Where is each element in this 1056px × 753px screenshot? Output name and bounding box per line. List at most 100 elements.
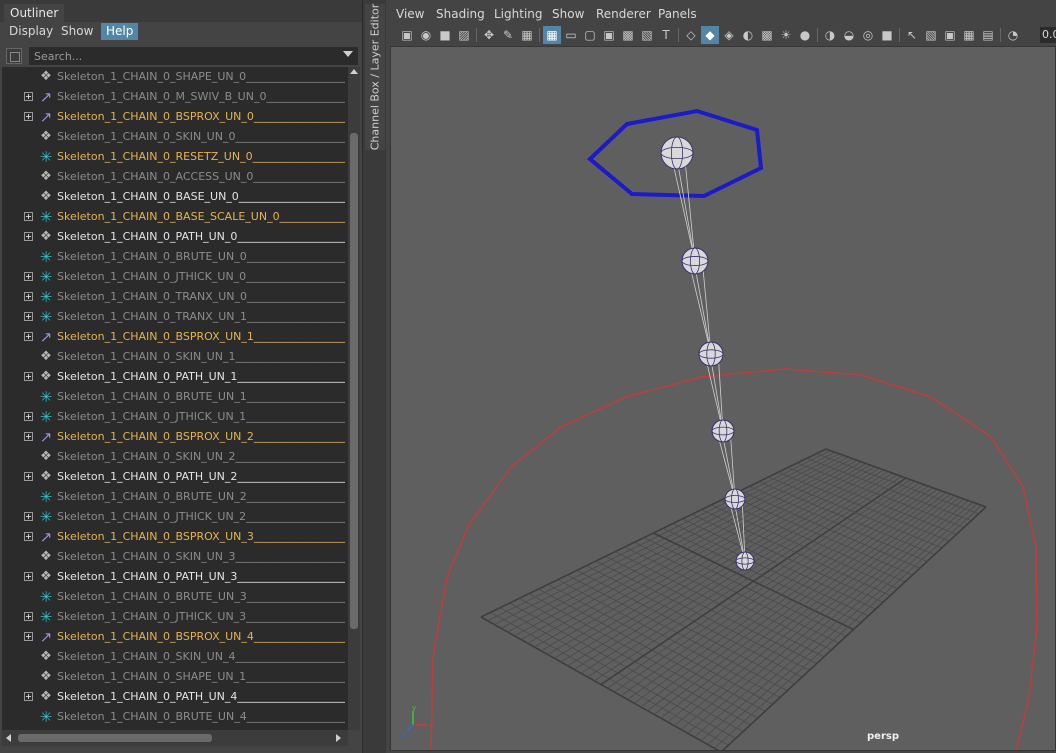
outliner-row[interactable]: ↗ Skeleton_1_CHAIN_0_BSPROX_UN_2_________… bbox=[2, 427, 348, 447]
expand-plus-icon[interactable] bbox=[24, 372, 33, 381]
expand-plus-icon[interactable] bbox=[24, 412, 33, 421]
scrollbar-thumb[interactable] bbox=[18, 734, 212, 742]
outliner-row[interactable]: ↗ Skeleton_1_CHAIN_0_BSPROX_UN_4_________… bbox=[2, 627, 348, 647]
outliner-row[interactable]: ❖ Skeleton_1_CHAIN_0_SKIN_UN_3___________… bbox=[2, 547, 348, 567]
outliner-row[interactable]: ❖ Skeleton_1_CHAIN_0_PATH_UN_3___________… bbox=[2, 567, 348, 587]
camera-attributes-icon[interactable]: ◉ bbox=[417, 26, 435, 44]
outliner-row[interactable]: ❖ Skeleton_1_CHAIN_0_SKIN_UN_1___________… bbox=[2, 347, 348, 367]
expand-plus-icon[interactable] bbox=[24, 612, 33, 621]
outliner-row[interactable]: ❖ Skeleton_1_CHAIN_0_SHAPE_UN_1__________… bbox=[2, 667, 348, 687]
resolution-gate-icon[interactable]: ▢ bbox=[581, 26, 599, 44]
expand-plus-icon[interactable] bbox=[24, 112, 33, 121]
outliner-row[interactable]: ✳ Skeleton_1_CHAIN_0_BASE_SCALE_UN_0_____… bbox=[2, 207, 348, 227]
smooth-shade-icon[interactable]: ◆ bbox=[701, 26, 719, 44]
use-all-lights-icon[interactable]: ☀ bbox=[777, 26, 795, 44]
expand-plus-icon[interactable] bbox=[24, 512, 33, 521]
expand-plus-icon[interactable] bbox=[24, 272, 33, 281]
xray-active-icon[interactable]: ▦ bbox=[960, 26, 978, 44]
outliner-row[interactable]: ❖ Skeleton_1_CHAIN_0_ACCESS_UN_0_________… bbox=[2, 167, 348, 187]
exposure-icon[interactable]: ◔ bbox=[1004, 26, 1022, 44]
outliner-row[interactable]: ✳ Skeleton_1_CHAIN_0_BRUTE_UN_0__________… bbox=[2, 247, 348, 267]
filter-icon[interactable] bbox=[6, 48, 22, 64]
horizontal-scrollbar[interactable] bbox=[2, 730, 348, 746]
outliner-row[interactable]: ❖ Skeleton_1_CHAIN_0_SHAPE_UN_0__________… bbox=[2, 67, 348, 87]
outliner-row[interactable]: ✳ Skeleton_1_CHAIN_0_BRUTE_UN_2__________… bbox=[2, 487, 348, 507]
field-chart-icon[interactable]: ▩ bbox=[619, 26, 637, 44]
menu-display[interactable]: Display bbox=[4, 23, 58, 40]
grid-snap-icon[interactable]: ▦ bbox=[518, 26, 536, 44]
scroll-left-arrow-icon[interactable] bbox=[6, 734, 11, 742]
tab-outliner[interactable]: Outliner bbox=[4, 4, 65, 22]
viewport-canvas[interactable]: y x z persp bbox=[390, 46, 1056, 751]
outliner-row[interactable]: ❖ Skeleton_1_CHAIN_0_SKIN_UN_4___________… bbox=[2, 647, 348, 667]
joint-sphere[interactable] bbox=[660, 136, 694, 170]
outliner-row[interactable]: ✳ Skeleton_1_CHAIN_0_BRUTE_UN_4__________… bbox=[2, 707, 348, 727]
joint-sphere[interactable] bbox=[735, 551, 755, 571]
expand-plus-icon[interactable] bbox=[24, 432, 33, 441]
expand-plus-icon[interactable] bbox=[24, 212, 33, 221]
expand-plus-icon[interactable] bbox=[24, 472, 33, 481]
wireframe-icon[interactable]: ◇ bbox=[682, 26, 700, 44]
backface-culling-icon[interactable]: ▤ bbox=[979, 26, 997, 44]
shadows-icon[interactable]: ● bbox=[796, 26, 814, 44]
joint-sphere[interactable] bbox=[698, 341, 724, 367]
scroll-up-arrow-icon[interactable] bbox=[350, 69, 358, 74]
scroll-right-arrow-icon[interactable] bbox=[336, 734, 341, 742]
outliner-row[interactable]: ✳ Skeleton_1_CHAIN_0_BRUTE_UN_1__________… bbox=[2, 387, 348, 407]
bookmarks-icon[interactable]: ■ bbox=[436, 26, 454, 44]
joint-sphere[interactable] bbox=[724, 488, 746, 510]
menu-shading[interactable]: Shading bbox=[436, 6, 485, 22]
safe-title-icon[interactable]: T bbox=[657, 26, 675, 44]
scrollbar-thumb[interactable] bbox=[350, 133, 358, 629]
expand-plus-icon[interactable] bbox=[24, 532, 33, 541]
outliner-row[interactable]: ✳ Skeleton_1_CHAIN_0_TRANX_UN_0__________… bbox=[2, 287, 348, 307]
search-input[interactable] bbox=[29, 47, 358, 65]
joint-sphere[interactable] bbox=[711, 419, 735, 443]
menu-panels[interactable]: Panels bbox=[658, 6, 697, 22]
expand-plus-icon[interactable] bbox=[24, 632, 33, 641]
outliner-row[interactable]: ↗ Skeleton_1_CHAIN_0_BSPROX_UN_0_________… bbox=[2, 107, 348, 127]
outliner-row[interactable]: ❖ Skeleton_1_CHAIN_0_PATH_UN_0___________… bbox=[2, 227, 348, 247]
film-gate-icon[interactable]: ▭ bbox=[562, 26, 580, 44]
outliner-row[interactable]: ↗ Skeleton_1_CHAIN_0_M_SWIV_B_UN_0_______… bbox=[2, 87, 348, 107]
gate-mask-icon[interactable]: ▣ bbox=[600, 26, 618, 44]
xray-joints-icon[interactable]: ▣ bbox=[941, 26, 959, 44]
expand-plus-icon[interactable] bbox=[24, 292, 33, 301]
menu-show[interactable]: Show bbox=[56, 23, 98, 40]
menu-lighting[interactable]: Lighting bbox=[494, 6, 543, 22]
expand-plus-icon[interactable] bbox=[24, 312, 33, 321]
expand-plus-icon[interactable] bbox=[24, 692, 33, 701]
default-material-icon[interactable]: ◐ bbox=[739, 26, 757, 44]
safe-action-icon[interactable]: ▧ bbox=[638, 26, 656, 44]
select-camera-icon[interactable]: ▣ bbox=[398, 26, 416, 44]
outliner-row[interactable]: ✳ Skeleton_1_CHAIN_0_JTHICK_UN_2_________… bbox=[2, 507, 348, 527]
expand-plus-icon[interactable] bbox=[24, 232, 33, 241]
expand-plus-icon[interactable] bbox=[24, 572, 33, 581]
grease-pencil-icon[interactable]: ✎ bbox=[499, 26, 517, 44]
outliner-row[interactable]: ❖ Skeleton_1_CHAIN_0_BASE_UN_0___________… bbox=[2, 187, 348, 207]
outliner-row[interactable]: ↗ Skeleton_1_CHAIN_0_BSPROX_UN_1_________… bbox=[2, 327, 348, 347]
textured-icon[interactable]: ▩ bbox=[758, 26, 776, 44]
outliner-row[interactable]: ✳ Skeleton_1_CHAIN_0_RESETZ_UN_0_________… bbox=[2, 147, 348, 167]
menu-renderer[interactable]: Renderer bbox=[596, 6, 651, 22]
outliner-row[interactable]: ❖ Skeleton_1_CHAIN_0_PATH_UN_1___________… bbox=[2, 367, 348, 387]
outliner-row[interactable]: ✳ Skeleton_1_CHAIN_0_JTHICK_UN_1_________… bbox=[2, 407, 348, 427]
wireframe-on-shaded-icon[interactable]: ◈ bbox=[720, 26, 738, 44]
outliner-row[interactable]: ✳ Skeleton_1_CHAIN_0_JTHICK_UN_3_________… bbox=[2, 607, 348, 627]
chevron-down-icon[interactable] bbox=[343, 51, 353, 57]
menu-help[interactable]: Help bbox=[101, 23, 139, 40]
isolate-select-icon[interactable]: ↖ bbox=[903, 26, 921, 44]
expand-plus-icon[interactable] bbox=[24, 92, 33, 101]
grid-icon[interactable]: ▦ bbox=[543, 26, 561, 44]
outliner-row[interactable]: ✳ Skeleton_1_CHAIN_0_TRANX_UN_1__________… bbox=[2, 307, 348, 327]
xray-icon[interactable]: ▧ bbox=[922, 26, 940, 44]
image-plane-icon[interactable]: ▨ bbox=[455, 26, 473, 44]
2d-pan-zoom-icon[interactable]: ✥ bbox=[480, 26, 498, 44]
menu-show[interactable]: Show bbox=[552, 6, 584, 22]
outliner-row[interactable]: ❖ Skeleton_1_CHAIN_0_PATH_UN_4___________… bbox=[2, 687, 348, 707]
outliner-row[interactable]: ✳ Skeleton_1_CHAIN_0_BRUTE_UN_3__________… bbox=[2, 587, 348, 607]
joint-sphere[interactable] bbox=[681, 247, 709, 275]
motion-blur-icon[interactable]: ◒ bbox=[840, 26, 858, 44]
expand-plus-icon[interactable] bbox=[24, 332, 33, 341]
outliner-row[interactable]: ✳ Skeleton_1_CHAIN_0_JTHICK_UN_0_________… bbox=[2, 267, 348, 287]
